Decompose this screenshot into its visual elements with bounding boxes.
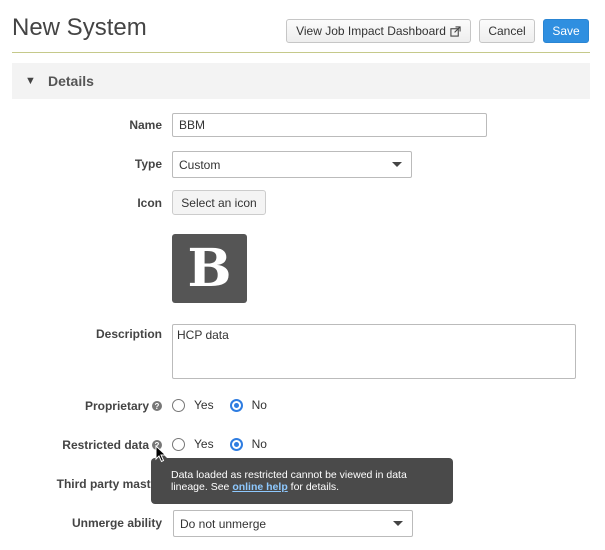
mouse-cursor-icon: [155, 445, 167, 463]
description-textarea[interactable]: HCP data: [172, 324, 576, 379]
unmerge-ability-select[interactable]: Do not unmerge: [173, 510, 413, 537]
title-divider: [12, 52, 590, 53]
type-label: Type: [134, 157, 162, 171]
restricted-no-label: No: [251, 437, 267, 451]
proprietary-no-label: No: [251, 398, 267, 412]
name-input-value: BBM: [179, 118, 206, 132]
restricted-data-label: Restricted data ?: [62, 438, 162, 452]
third-party-master-label: Third party master: [56, 477, 162, 491]
proprietary-yes-radio[interactable]: [172, 398, 185, 412]
description-label: Description: [95, 327, 162, 341]
restricted-yes-label: Yes: [194, 437, 214, 451]
icon-label: Icon: [137, 196, 162, 210]
name-label: Name: [129, 118, 162, 132]
restricted-radio-group: Yes No: [172, 437, 283, 451]
type-select-value: Custom: [179, 157, 221, 172]
page-title: New System: [12, 14, 147, 41]
save-button[interactable]: Save: [543, 19, 589, 43]
name-input[interactable]: BBM: [172, 113, 487, 137]
unmerge-select-value: Do not unmerge: [180, 516, 267, 531]
collapse-caret-icon[interactable]: ▼: [25, 75, 37, 87]
proprietary-no-radio[interactable]: [229, 398, 243, 412]
details-section-header[interactable]: ▼ Details: [12, 63, 590, 99]
chevron-down-icon: [393, 521, 403, 526]
proprietary-yes-label: Yes: [194, 398, 214, 412]
proprietary-label: Proprietary ?: [85, 399, 162, 413]
restricted-data-tooltip: Data loaded as restricted cannot be view…: [151, 452, 453, 504]
view-job-impact-dashboard-button[interactable]: View Job Impact Dashboard: [286, 19, 471, 43]
tooltip-text-after: for details.: [287, 481, 340, 493]
section-title: Details: [48, 73, 94, 89]
select-icon-button[interactable]: Select an icon: [172, 190, 266, 215]
unmerge-ability-label: Unmerge ability: [71, 516, 162, 530]
system-icon-preview: B: [172, 234, 247, 303]
proprietary-radio-group: Yes No: [172, 398, 283, 412]
type-select[interactable]: Custom: [172, 151, 412, 178]
chevron-down-icon: [392, 162, 402, 167]
help-icon[interactable]: ?: [152, 401, 162, 411]
dashboard-button-label: View Job Impact Dashboard: [296, 24, 446, 38]
online-help-link[interactable]: online help: [232, 481, 287, 493]
external-link-icon: [450, 25, 461, 37]
restricted-no-radio[interactable]: [229, 437, 243, 451]
cancel-button[interactable]: Cancel: [479, 19, 535, 43]
restricted-yes-radio[interactable]: [172, 437, 185, 451]
